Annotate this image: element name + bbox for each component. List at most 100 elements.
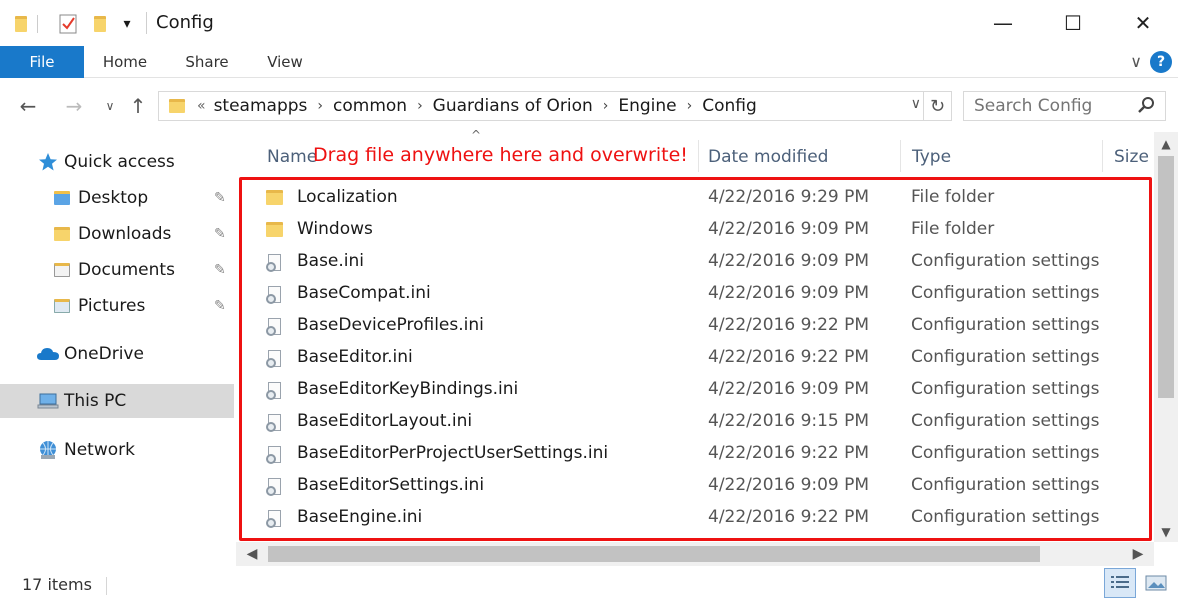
tab-view[interactable]: View xyxy=(256,46,314,78)
address-bar[interactable]: « steamapps › common › Guardians of Orio… xyxy=(158,91,952,121)
file-name[interactable]: BaseDeviceProfiles.ini xyxy=(297,315,484,335)
scroll-down-icon[interactable]: ▼ xyxy=(1154,522,1178,542)
close-button[interactable]: ✕ xyxy=(1108,0,1178,46)
recent-locations-icon[interactable]: ∨ xyxy=(96,92,124,120)
chevron-right-icon[interactable]: › xyxy=(317,98,323,114)
back-icon[interactable]: ← xyxy=(14,92,42,120)
large-icons-view-icon[interactable] xyxy=(1140,568,1172,598)
search-box[interactable] xyxy=(963,91,1166,121)
column-divider[interactable] xyxy=(698,140,699,172)
sidebar-item-this-pc[interactable]: This PC xyxy=(0,384,234,418)
pin-icon[interactable]: ✎ xyxy=(214,262,226,278)
file-date-modified: 4/22/2016 9:09 PM xyxy=(708,283,870,303)
file-date-modified: 4/22/2016 9:29 PM xyxy=(708,187,870,207)
file-row[interactable]: BaseCompat.ini 4/22/2016 9:09 PM Configura… xyxy=(260,278,1152,310)
sidebar-item-label: Pictures xyxy=(78,296,146,316)
scroll-right-icon[interactable]: ▶ xyxy=(1126,542,1150,566)
pin-icon[interactable]: ✎ xyxy=(214,298,226,314)
file-name[interactable]: BaseEditor.ini xyxy=(297,347,413,367)
file-row[interactable]: BaseDeviceProfiles.ini 4/22/2016 9:22 PM C… xyxy=(260,310,1152,342)
file-name[interactable]: Windows xyxy=(297,219,373,239)
minimize-button[interactable]: — xyxy=(968,0,1038,46)
file-row[interactable]: BaseEditorPerProjectUserSettings.ini 4/22… xyxy=(260,438,1152,470)
sidebar-item-documents[interactable]: Documents xyxy=(50,255,236,285)
maximize-button[interactable]: ☐ xyxy=(1038,0,1108,46)
chevron-right-icon[interactable]: › xyxy=(417,98,423,114)
window-title: Config xyxy=(156,12,214,33)
search-input[interactable] xyxy=(974,96,1134,116)
tab-share[interactable]: Share xyxy=(176,46,238,78)
qat-dropdown[interactable]: ▾ xyxy=(116,12,138,36)
vertical-scrollbar[interactable]: ▲ ▼ xyxy=(1154,132,1178,542)
breadcrumb-steamapps[interactable]: steamapps xyxy=(214,96,308,116)
sidebar-item-label: Network xyxy=(64,440,135,460)
column-header-type[interactable]: Type xyxy=(912,140,951,174)
file-row[interactable]: BaseEditorKeyBindings.ini 4/22/2016 9:09 … xyxy=(260,374,1152,406)
scrollbar-thumb[interactable] xyxy=(1158,156,1174,398)
network-icon xyxy=(36,440,60,460)
column-divider[interactable] xyxy=(1102,140,1103,172)
pin-icon[interactable]: ✎ xyxy=(214,190,226,206)
column-divider[interactable] xyxy=(900,140,901,172)
scroll-left-icon[interactable]: ◀ xyxy=(240,542,264,566)
scroll-up-icon[interactable]: ▲ xyxy=(1154,134,1178,154)
navigation-bar: ← → ∨ ↑ « steamapps › common › Guardians… xyxy=(0,78,1178,132)
sidebar-item-label: Quick access xyxy=(64,152,175,172)
qat-separator xyxy=(34,12,40,36)
pin-icon[interactable]: ✎ xyxy=(214,226,226,242)
tab-file[interactable]: File xyxy=(0,46,84,78)
properties-icon[interactable] xyxy=(56,12,80,36)
file-name[interactable]: BaseCompat.ini xyxy=(297,283,431,303)
column-header-date-modified[interactable]: Date modified xyxy=(708,140,828,174)
expand-ribbon-icon[interactable]: ∨ xyxy=(1130,52,1142,71)
forward-icon[interactable]: → xyxy=(60,92,88,120)
file-row[interactable]: BaseEditorLayout.ini 4/22/2016 9:15 PM Con… xyxy=(260,406,1152,438)
file-date-modified: 4/22/2016 9:15 PM xyxy=(708,411,870,431)
item-count: 17 items xyxy=(22,575,92,594)
details-view-icon[interactable] xyxy=(1104,568,1136,598)
folder-icon[interactable] xyxy=(10,12,32,36)
file-row[interactable]: Windows 4/22/2016 9:09 PM File folder xyxy=(260,214,1152,246)
breadcrumb-engine[interactable]: Engine xyxy=(618,96,676,116)
chevron-right-icon[interactable]: › xyxy=(603,98,609,114)
file-name[interactable]: BaseEditorKeyBindings.ini xyxy=(297,379,518,399)
desktop-folder-icon xyxy=(50,191,74,205)
file-name[interactable]: BaseEditorPerProjectUserSettings.ini xyxy=(297,443,608,463)
search-icon[interactable] xyxy=(1137,96,1155,118)
file-name[interactable]: BaseEngine.ini xyxy=(297,507,422,527)
refresh-icon[interactable]: ↻ xyxy=(923,92,951,120)
file-name[interactable]: Localization xyxy=(297,187,398,207)
sidebar-item-pictures[interactable]: Pictures xyxy=(50,291,236,321)
file-row[interactable]: BaseEditorSettings.ini 4/22/2016 9:09 PM C… xyxy=(260,470,1152,502)
pictures-folder-icon xyxy=(50,299,74,313)
ini-file-icon xyxy=(266,382,284,407)
file-date-modified: 4/22/2016 9:22 PM xyxy=(708,315,870,335)
breadcrumb-common[interactable]: common xyxy=(333,96,407,116)
file-row[interactable]: BaseEditor.ini 4/22/2016 9:22 PM Configura… xyxy=(260,342,1152,374)
file-row[interactable]: Base.ini 4/22/2016 9:09 PM Configuration s… xyxy=(260,246,1152,278)
sidebar-item-quick-access[interactable]: Quick access xyxy=(36,147,236,177)
file-type: Configuration settings xyxy=(911,283,1100,303)
column-header-name[interactable]: Name xyxy=(267,140,317,174)
breadcrumb-config[interactable]: Config xyxy=(702,96,757,116)
sidebar-item-onedrive[interactable]: OneDrive xyxy=(36,339,236,369)
file-name[interactable]: Base.ini xyxy=(297,251,364,271)
breadcrumb-guardians-of-orion[interactable]: Guardians of Orion xyxy=(433,96,593,116)
file-row[interactable]: BaseEngine.ini 4/22/2016 9:22 PM Configura… xyxy=(260,502,1152,534)
help-icon[interactable]: ? xyxy=(1150,51,1172,73)
sidebar-item-downloads[interactable]: Downloads xyxy=(50,219,236,249)
address-dropdown-icon[interactable]: ∨ xyxy=(911,96,921,112)
file-name[interactable]: BaseEditorSettings.ini xyxy=(297,475,484,495)
chevron-right-icon[interactable]: › xyxy=(687,98,693,114)
tab-home[interactable]: Home xyxy=(94,46,156,78)
new-folder-icon[interactable] xyxy=(88,12,112,36)
sidebar-item-network[interactable]: Network xyxy=(36,435,236,465)
column-header-size[interactable]: Size xyxy=(1114,140,1149,174)
up-icon[interactable]: ↑ xyxy=(124,92,152,120)
file-name[interactable]: BaseEditorLayout.ini xyxy=(297,411,472,431)
scrollbar-thumb[interactable] xyxy=(268,546,1040,562)
file-row[interactable]: Localization 4/22/2016 9:29 PM File folder xyxy=(260,182,1152,214)
breadcrumb-overflow[interactable]: « xyxy=(197,98,206,114)
sidebar-item-desktop[interactable]: Desktop xyxy=(50,183,236,213)
horizontal-scrollbar[interactable]: ◀ ▶ xyxy=(236,542,1154,566)
